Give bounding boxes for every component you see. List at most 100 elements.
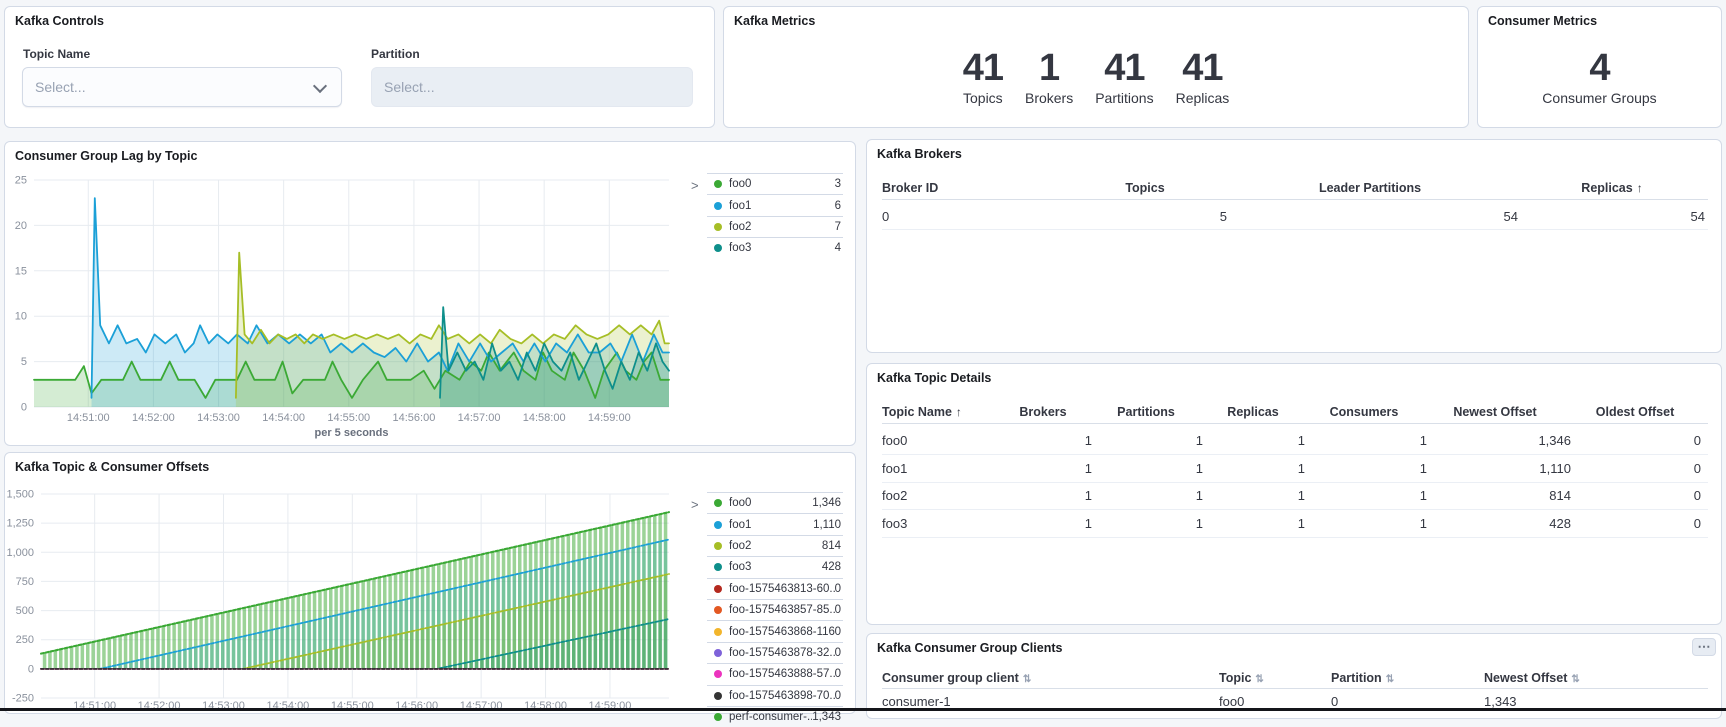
legend-item[interactable]: foo27 bbox=[707, 216, 843, 237]
kafka-brokers-panel: Kafka Brokers Broker IDTopicsLeader Part… bbox=[866, 139, 1722, 353]
metric-partitions: 41 Partitions bbox=[1095, 49, 1153, 106]
partition-label: Partition bbox=[371, 47, 420, 61]
legend-value: 814 bbox=[822, 540, 843, 552]
panel-title: Kafka Consumer Group Clients bbox=[877, 641, 1062, 655]
table-divider bbox=[882, 229, 1708, 230]
legend-collapse-chevron-icon[interactable]: > bbox=[691, 178, 699, 193]
table-cell: 1 bbox=[1298, 516, 1305, 531]
topic-name-placeholder: Select... bbox=[23, 79, 86, 95]
legend-color-dot bbox=[714, 713, 722, 721]
legend-collapse-chevron-icon[interactable]: > bbox=[691, 497, 699, 512]
legend-item[interactable]: foo03 bbox=[707, 173, 843, 194]
legend-value: 0 bbox=[835, 668, 843, 680]
svg-text:15: 15 bbox=[15, 265, 27, 277]
lag-chart-panel: Consumer Group Lag by Topic 051015202514… bbox=[4, 141, 856, 446]
metric-brokers: 1 Brokers bbox=[1025, 49, 1073, 106]
column-header-newest-offset[interactable]: Newest Offset bbox=[1453, 405, 1536, 419]
legend-item[interactable]: foo-1575463813-60...0 bbox=[707, 578, 843, 599]
table-cell: foo3 bbox=[882, 516, 907, 531]
legend-item[interactable]: foo-1575463868-116...0 bbox=[707, 620, 843, 641]
legend-color-dot bbox=[714, 649, 722, 657]
table-cell: 1 bbox=[1420, 488, 1427, 503]
legend-label: foo0 bbox=[729, 497, 751, 509]
svg-text:1,250: 1,250 bbox=[6, 518, 34, 530]
kafka-metrics-panel: Kafka Metrics 41 Topics 1 Brokers 41 Par… bbox=[723, 6, 1469, 128]
legend-item[interactable]: foo-1575463878-32...0 bbox=[707, 642, 843, 663]
table-cell: foo1 bbox=[882, 461, 907, 476]
legend-item[interactable]: foo16 bbox=[707, 194, 843, 215]
table-cell: 1,346 bbox=[1538, 433, 1571, 448]
table-divider bbox=[882, 423, 1708, 424]
table-cell: 1 bbox=[1298, 488, 1305, 503]
legend-item[interactable]: foo11,110 bbox=[707, 513, 843, 534]
sortable-caret-icon: ⇅ bbox=[1571, 674, 1579, 685]
panel-options-icon[interactable]: ⋯ bbox=[1692, 638, 1716, 656]
svg-text:14:52:00: 14:52:00 bbox=[132, 412, 175, 424]
legend-label: foo-1575463868-116... bbox=[729, 626, 835, 638]
svg-text:per 5 seconds: per 5 seconds bbox=[315, 427, 389, 439]
legend-value: 0 bbox=[835, 690, 843, 702]
legend-item[interactable]: foo01,346 bbox=[707, 492, 843, 513]
column-header-replicas[interactable]: Replicas bbox=[1227, 405, 1278, 419]
column-header-consumer-group-client[interactable]: Consumer group client⇅ bbox=[882, 671, 1031, 685]
column-header-broker-id[interactable]: Broker ID bbox=[882, 181, 938, 195]
table-cell: 1 bbox=[1420, 433, 1427, 448]
legend-color-dot bbox=[714, 521, 722, 529]
legend-item[interactable]: foo3428 bbox=[707, 556, 843, 577]
column-header-leader-partitions[interactable]: Leader Partitions bbox=[1319, 181, 1421, 195]
column-header-topics[interactable]: Topics bbox=[1125, 181, 1164, 195]
legend-color-dot bbox=[714, 670, 722, 678]
table-cell: 1,110 bbox=[1539, 461, 1571, 476]
legend-item[interactable]: foo2 814 bbox=[707, 535, 843, 556]
column-header-oldest-offset[interactable]: Oldest Offset bbox=[1596, 405, 1675, 419]
column-header-consumers[interactable]: Consumers bbox=[1330, 405, 1399, 419]
table-cell: 1 bbox=[1196, 488, 1203, 503]
topic-name-select[interactable]: Select... bbox=[22, 67, 342, 107]
legend-value: 4 bbox=[835, 242, 843, 254]
sortable-caret-icon: ⇅ bbox=[1255, 674, 1263, 685]
column-header-topic-name[interactable]: Topic Name↑ bbox=[882, 405, 962, 419]
table-divider bbox=[882, 454, 1708, 455]
column-header-replicas[interactable]: Replicas↑ bbox=[1581, 181, 1642, 195]
column-header-partition[interactable]: Partition⇅ bbox=[1331, 671, 1394, 685]
svg-text:5: 5 bbox=[21, 356, 27, 368]
legend-item[interactable]: foo-1575463888-57...0 bbox=[707, 663, 843, 684]
legend-value: 1,110 bbox=[813, 519, 843, 531]
metric-topics: 41 Topics bbox=[963, 49, 1003, 106]
legend-color-dot bbox=[714, 202, 722, 210]
topic-name-label: Topic Name bbox=[23, 47, 90, 61]
metric-value: 41 bbox=[1095, 49, 1153, 87]
table-cell: 1 bbox=[1298, 433, 1305, 448]
column-header-partitions[interactable]: Partitions bbox=[1117, 405, 1175, 419]
metric-row: 41 Topics 1 Brokers 41 Partitions 41 Rep… bbox=[724, 49, 1468, 106]
legend-item[interactable]: foo-1575463898-70...0 bbox=[707, 685, 843, 706]
table-cell: 0 bbox=[1331, 694, 1338, 709]
column-header-brokers[interactable]: Brokers bbox=[1019, 405, 1066, 419]
table-cell: foo2 bbox=[882, 488, 907, 503]
legend-label: foo0 bbox=[729, 178, 751, 190]
metric-label: Partitions bbox=[1095, 90, 1153, 106]
column-header-topic[interactable]: Topic⇅ bbox=[1219, 671, 1264, 685]
legend-item[interactable]: foo-1575463857-85...0 bbox=[707, 599, 843, 620]
table-cell: 0 bbox=[1694, 433, 1701, 448]
svg-text:-250: -250 bbox=[12, 693, 34, 705]
svg-text:750: 750 bbox=[16, 576, 34, 588]
chevron-down-icon bbox=[313, 79, 327, 93]
legend-color-dot bbox=[714, 542, 722, 550]
metric-replicas: 41 Replicas bbox=[1176, 49, 1230, 106]
partition-select: Select... bbox=[371, 67, 693, 107]
legend-label: foo2 bbox=[729, 540, 751, 552]
legend-color-dot bbox=[714, 563, 722, 571]
svg-text:14:56:00: 14:56:00 bbox=[393, 412, 436, 424]
table-cell: 5 bbox=[1220, 209, 1227, 224]
table-divider bbox=[882, 509, 1708, 510]
legend-item[interactable]: foo34 bbox=[707, 237, 843, 258]
table-cell: 1 bbox=[1085, 488, 1092, 503]
column-header-newest-offset[interactable]: Newest Offset⇅ bbox=[1484, 671, 1580, 685]
svg-text:14:57:00: 14:57:00 bbox=[458, 412, 501, 424]
legend-value: 1,343 bbox=[812, 711, 843, 723]
legend-value: 0 bbox=[835, 604, 843, 616]
legend-color-dot bbox=[714, 244, 722, 252]
table-cell: 0 bbox=[1694, 461, 1701, 476]
svg-text:1,000: 1,000 bbox=[6, 547, 34, 559]
